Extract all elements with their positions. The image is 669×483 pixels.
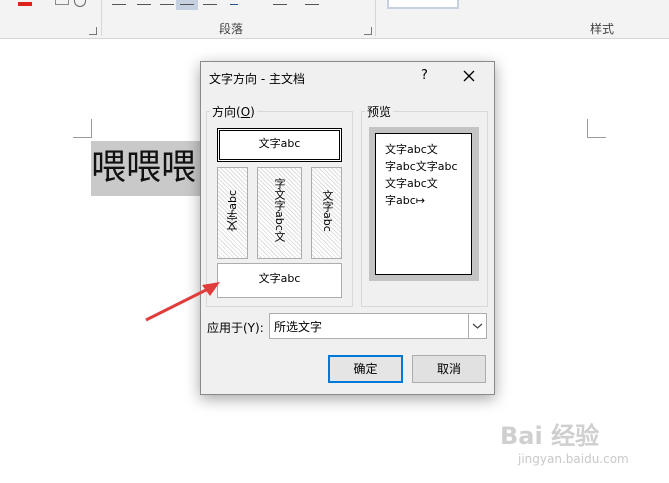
group-separator	[375, 0, 376, 36]
enclose-char-icon[interactable]	[74, 0, 86, 10]
direction-horizontal-rotated-option[interactable]: 文字abc	[217, 263, 342, 298]
align-center-icon[interactable]	[137, 0, 151, 10]
styles-group-label: 样式	[590, 22, 615, 36]
preview-line: 字abc文字abc	[385, 160, 458, 173]
paragraph-group-label: 段落	[219, 22, 244, 36]
watermark-url: jingyan.baidu.com	[518, 452, 629, 466]
close-icon[interactable]	[459, 66, 479, 86]
annotation-arrow-icon	[145, 282, 220, 322]
watermark-logo: Bai 经验	[500, 422, 600, 450]
option-label: 字文字abc文	[273, 178, 286, 242]
option-label: 文字abc	[258, 272, 301, 285]
apply-to-select[interactable]: 所选文字	[269, 313, 487, 339]
margin-corner-mark	[73, 119, 92, 138]
align-right-icon[interactable]	[160, 0, 174, 10]
char-border-icon[interactable]	[55, 0, 69, 5]
preview-label: 预览	[365, 103, 394, 120]
apply-to-value: 所选文字	[274, 320, 323, 334]
font-dialog-launcher[interactable]	[89, 27, 97, 35]
direction-label: 方向(O)	[210, 103, 257, 120]
help-button[interactable]: ?	[421, 68, 428, 83]
ok-button[interactable]: 确定	[328, 355, 403, 383]
direction-vertical-rotate-right-option[interactable]: 文字abc	[311, 167, 342, 259]
preview-line: 文字abc文	[385, 143, 438, 156]
chevron-down-icon[interactable]	[468, 314, 486, 338]
preview-page: 文字abc文 字abc文字abc 文字abc文 字abc↦	[375, 133, 472, 275]
borders-icon[interactable]	[305, 0, 319, 10]
font-color-icon[interactable]	[18, 0, 32, 10]
margin-corner-mark	[587, 119, 606, 138]
direction-vertical-rotate-left-option[interactable]: 文字abc	[217, 167, 248, 259]
cancel-button[interactable]: 取消	[412, 355, 486, 383]
line-spacing-icon[interactable]	[230, 0, 244, 10]
ribbon: 段落 样式	[0, 0, 669, 39]
direction-horizontal-option[interactable]: 文字abc	[217, 128, 342, 162]
shading-icon[interactable]	[273, 0, 287, 10]
option-label: 文字abc	[258, 137, 301, 150]
selected-document-text[interactable]: 喂喂喂	[91, 141, 206, 196]
align-left-icon[interactable]	[112, 0, 126, 10]
option-label: 文字abc	[321, 190, 334, 232]
baidu-watermark: Bai 经验 jingyan.baidu.com	[500, 408, 660, 473]
preview-line: 文字abc文	[385, 177, 438, 190]
dialog-title: 文字方向 - 主文档	[209, 72, 305, 86]
preview-line: 字abc↦	[385, 194, 425, 207]
direction-accelerator: O	[240, 105, 251, 119]
direction-vertical-stacked-option[interactable]: 字文字abc文	[257, 167, 302, 259]
style-gallery-item[interactable]	[387, 0, 459, 9]
group-separator	[101, 0, 102, 36]
option-label: 文字abc	[226, 190, 239, 232]
distributed-icon[interactable]	[203, 0, 217, 10]
justify-icon[interactable]	[176, 0, 198, 10]
paragraph-dialog-launcher[interactable]	[364, 27, 372, 35]
